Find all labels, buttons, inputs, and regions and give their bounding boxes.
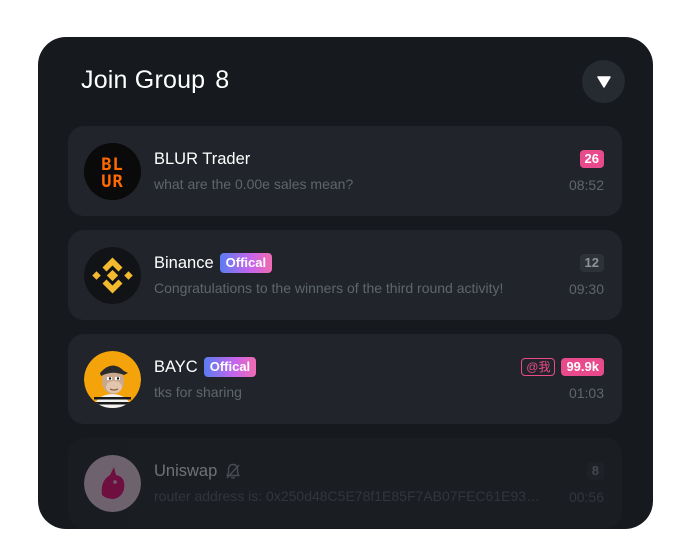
last-message: Congratulations to the winners of the th… (154, 280, 504, 296)
group-item-bayc[interactable]: BAYC Offical tks for sharing @我 99.9k 01… (68, 334, 622, 424)
bayc-ape-avatar (84, 351, 141, 408)
group-item-binance[interactable]: Binance Offical Congratulations to the w… (68, 230, 622, 320)
badge-row: 8 (586, 462, 604, 480)
last-message: what are the 0.00e sales mean? (154, 176, 354, 192)
join-group-panel: Join Group 8 BL UR BLUR Trader what are t… (38, 37, 653, 529)
group-name-row: Uniswap (154, 460, 241, 482)
message-time: 08:52 (568, 177, 604, 193)
collapse-button[interactable] (582, 60, 625, 103)
official-badge: Offical (203, 357, 257, 377)
mention-badge: @我 (521, 358, 556, 376)
blur-logo-avatar: BL UR (84, 143, 141, 200)
message-time: 00:56 (568, 489, 604, 505)
group-name: Binance (154, 253, 214, 272)
group-name: BLUR Trader (154, 149, 251, 168)
group-name-row: BLUR Trader (154, 148, 250, 170)
uniswap-unicorn-avatar (84, 455, 141, 512)
official-badge: Offical (219, 253, 273, 273)
group-count: 8 (215, 66, 230, 94)
last-message: tks for sharing (154, 384, 242, 400)
group-name: BAYC (154, 357, 198, 376)
group-item-blur-trader[interactable]: BL UR BLUR Trader what are the 0.00e sal… (68, 126, 622, 216)
unread-count-badge: 12 (579, 254, 604, 272)
unread-count-badge: 99.9k (561, 358, 604, 376)
message-time: 01:03 (568, 385, 604, 401)
group-name-row: Binance Offical (154, 252, 273, 274)
last-message: router address is: 0x250d48C5E78f1E85F7A… (154, 488, 544, 504)
badge-row: @我 99.9k (521, 358, 604, 376)
unread-count-badge: 8 (586, 462, 604, 480)
message-time: 09:30 (568, 281, 604, 297)
page-title: Join Group 8 (81, 66, 229, 95)
bell-muted-icon (225, 463, 241, 480)
triangle-down-icon (596, 75, 611, 88)
group-item-uniswap[interactable]: Uniswap router address is: 0x250d48C5E78… (68, 438, 622, 528)
svg-text:UR: UR (101, 172, 123, 192)
group-name-row: BAYC Offical (154, 356, 257, 378)
binance-logo-avatar (84, 247, 141, 304)
unread-count-badge: 26 (579, 150, 604, 168)
group-list-title: Join Group (81, 66, 206, 94)
group-name: Uniswap (154, 461, 218, 480)
badge-row: 26 (579, 150, 604, 168)
badge-row: 12 (579, 254, 604, 272)
